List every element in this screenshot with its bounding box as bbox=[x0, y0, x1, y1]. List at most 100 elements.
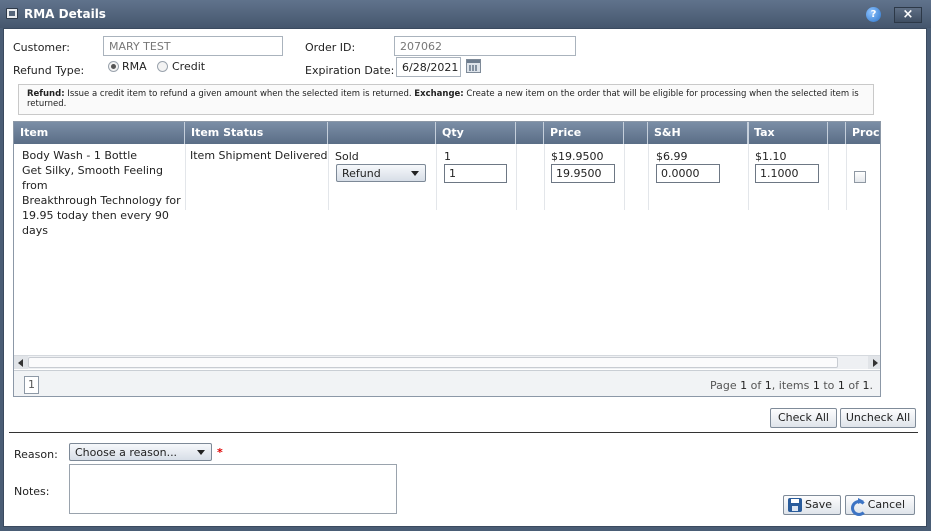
column-item[interactable]: Item bbox=[14, 122, 185, 144]
order-id-field[interactable]: 207062 bbox=[394, 36, 576, 56]
pager-text: of bbox=[747, 379, 765, 392]
column-divider bbox=[648, 144, 649, 210]
notes-label: Notes: bbox=[14, 485, 50, 498]
pager-to: 1 bbox=[837, 379, 845, 392]
pager-text: . bbox=[869, 379, 874, 392]
pager-text: of bbox=[844, 379, 863, 392]
save-icon bbox=[788, 498, 802, 512]
title-bar[interactable]: RMA Details ? × bbox=[0, 0, 931, 28]
qty-input[interactable]: 1 bbox=[444, 164, 507, 183]
item-line: Body Wash - 1 Bottle bbox=[22, 149, 138, 162]
grid-body: Body Wash - 1 Bottle Get Silky, Smooth F… bbox=[14, 144, 880, 354]
pager-from: 1 bbox=[812, 379, 820, 392]
column-process[interactable]: Proce bbox=[846, 122, 880, 144]
expiration-label: Expiration Date: bbox=[305, 64, 395, 77]
column-divider bbox=[328, 144, 329, 210]
credit-radio[interactable] bbox=[157, 61, 168, 72]
sold-label: Sold bbox=[335, 150, 359, 163]
chevron-down-icon bbox=[197, 450, 205, 455]
column-divider bbox=[436, 144, 437, 210]
chevron-down-icon bbox=[411, 171, 419, 176]
column-divider bbox=[846, 144, 847, 210]
scroll-left-icon[interactable] bbox=[14, 356, 28, 369]
pager-text: Page bbox=[710, 379, 741, 392]
required-marker: * bbox=[217, 446, 223, 459]
exchange-title: Exchange: bbox=[414, 89, 464, 99]
item-description: Body Wash - 1 Bottle Get Silky, Smooth F… bbox=[22, 148, 184, 238]
order-id-label: Order ID: bbox=[305, 41, 356, 54]
price-input[interactable]: 19.9500 bbox=[551, 164, 615, 183]
save-button-label: Save bbox=[804, 498, 832, 511]
grid-pager: 1 Page 1 of 1, items 1 to 1 of 1. bbox=[14, 370, 880, 396]
undo-icon bbox=[850, 498, 867, 516]
rma-items-grid: Item Item Status Qty Price S&H Tax Proce bbox=[13, 121, 881, 397]
rma-dialog-window: RMA Details ? × Customer: MARY TEST Orde… bbox=[0, 0, 931, 531]
uncheck-all-button[interactable]: Uncheck All bbox=[840, 408, 916, 428]
refund-type-label: Refund Type: bbox=[13, 64, 85, 77]
refund-description: Issue a credit item to refund a given am… bbox=[64, 89, 415, 99]
column-divider bbox=[828, 144, 829, 210]
scrollbar-thumb[interactable] bbox=[28, 357, 838, 368]
column-type[interactable] bbox=[328, 122, 436, 144]
pager-count: 1 bbox=[862, 379, 870, 392]
refund-type-select-value: Refund bbox=[342, 167, 381, 180]
cancel-button[interactable]: Cancel bbox=[845, 495, 915, 516]
window-icon bbox=[6, 8, 18, 19]
expiration-date-field[interactable]: 6/28/2021 bbox=[396, 57, 461, 77]
reason-select-value: Choose a reason... bbox=[75, 446, 178, 459]
calendar-icon[interactable] bbox=[466, 59, 481, 73]
column-divider bbox=[544, 144, 545, 210]
reason-label: Reason: bbox=[14, 448, 58, 461]
divider bbox=[9, 432, 918, 433]
save-button[interactable]: Save bbox=[783, 495, 841, 515]
question-icon[interactable]: ? bbox=[866, 7, 881, 22]
page-1-button[interactable]: 1 bbox=[24, 376, 39, 394]
scroll-right-icon[interactable] bbox=[868, 356, 880, 369]
pager-text: , items bbox=[771, 379, 813, 392]
dialog-content: Customer: MARY TEST Order ID: 207062 Ref… bbox=[3, 28, 927, 527]
cancel-button-label: Cancel bbox=[867, 498, 905, 511]
refund-title: Refund: bbox=[27, 89, 65, 99]
credit-radio-label: Credit bbox=[172, 60, 206, 73]
customer-label: Customer: bbox=[13, 41, 70, 54]
horizontal-scrollbar[interactable] bbox=[14, 355, 880, 369]
sh-value: $6.99 bbox=[656, 150, 688, 163]
pager-info: Page 1 of 1, items 1 to 1 of 1. bbox=[710, 379, 873, 392]
process-checkbox[interactable] bbox=[854, 171, 866, 183]
qty-value: 1 bbox=[444, 150, 451, 163]
rma-radio[interactable] bbox=[108, 61, 119, 72]
close-button[interactable]: × bbox=[894, 7, 922, 23]
tax-value: $1.10 bbox=[755, 150, 787, 163]
window-title: RMA Details bbox=[24, 7, 106, 21]
close-icon: × bbox=[902, 7, 914, 22]
grid-header: Item Item Status Qty Price S&H Tax Proce bbox=[14, 122, 880, 144]
item-line: Breakthrough Technology for bbox=[22, 194, 181, 207]
item-status: Item Shipment Delivered bbox=[190, 149, 328, 162]
column-qty[interactable]: Qty bbox=[436, 122, 516, 144]
column-item-status[interactable]: Item Status bbox=[185, 122, 328, 144]
column-tax[interactable]: Tax bbox=[748, 122, 828, 144]
pager-text: to bbox=[819, 379, 838, 392]
pager-total: 1 bbox=[764, 379, 772, 392]
reason-select[interactable]: Choose a reason... bbox=[69, 443, 212, 461]
column-divider bbox=[748, 144, 749, 210]
item-line: Get Silky, Smooth Feeling from bbox=[22, 164, 163, 192]
rma-radio-label: RMA bbox=[122, 60, 147, 73]
column-blank-4[interactable] bbox=[828, 122, 846, 144]
item-line: 19.95 today then every 90 days bbox=[22, 209, 169, 237]
column-divider bbox=[185, 144, 186, 210]
sh-input[interactable]: 0.0000 bbox=[656, 164, 720, 183]
column-sh[interactable]: S&H bbox=[648, 122, 748, 144]
column-blank-2[interactable] bbox=[624, 122, 648, 144]
column-blank-1[interactable] bbox=[516, 122, 544, 144]
refund-type-select[interactable]: Refund bbox=[336, 164, 426, 182]
column-divider bbox=[624, 144, 625, 210]
price-value: $19.9500 bbox=[551, 150, 604, 163]
column-price[interactable]: Price bbox=[544, 122, 624, 144]
notes-textarea[interactable] bbox=[69, 464, 397, 514]
check-all-button[interactable]: Check All bbox=[770, 408, 837, 428]
tax-input[interactable]: 1.1000 bbox=[755, 164, 819, 183]
customer-field[interactable]: MARY TEST bbox=[103, 36, 283, 56]
column-divider bbox=[516, 144, 517, 210]
refund-exchange-info: Refund: Issue a credit item to refund a … bbox=[18, 84, 874, 115]
